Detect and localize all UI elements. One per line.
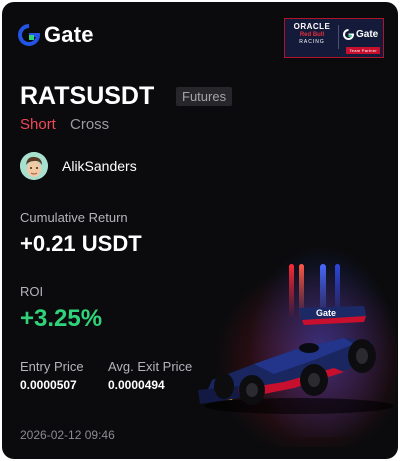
entry-price-label: Entry Price [20, 359, 84, 374]
sponsor-divider [338, 25, 339, 49]
entry-price-value: 0.0000507 [20, 378, 77, 392]
roi-value: +3.25% [20, 305, 103, 332]
brand-logo: Gate [18, 22, 94, 48]
gate-logo-icon [18, 24, 40, 46]
share-card: Gate ORACLE Red Bull RACING Gate Team Pa… [2, 2, 398, 459]
exit-price-label: Avg. Exit Price [108, 359, 193, 374]
sponsor-brand: Gate [343, 29, 378, 40]
sponsor-tag: Team Partner [346, 47, 380, 54]
timestamp: 2026-02-12 09:46 [20, 428, 115, 442]
sponsor-brand-name: Gate [356, 29, 379, 40]
trading-pair: RATSUSDT [20, 82, 155, 110]
sponsor-line3: RACING [299, 39, 325, 45]
position-side: Short [20, 116, 56, 133]
sponsor-badge: ORACLE Red Bull RACING Gate Team Partner [284, 18, 384, 58]
roi-label: ROI [20, 284, 44, 299]
sponsor-team: ORACLE Red Bull RACING [287, 22, 337, 45]
sponsor-line1: ORACLE [293, 22, 331, 31]
cumulative-return-label: Cumulative Return [20, 210, 128, 225]
avatar-icon [20, 152, 48, 180]
car-livery-text: Gate [316, 308, 336, 318]
race-car-illustration: Gate [198, 306, 394, 414]
brand-name: Gate [44, 22, 94, 47]
exit-price-value: 0.0000494 [108, 378, 165, 392]
market-type-badge: Futures [176, 87, 233, 106]
gate-logo-icon [343, 29, 354, 40]
margin-mode: Cross [70, 116, 110, 133]
username: AlikSanders [62, 158, 137, 174]
cumulative-return-value: +0.21 USDT [20, 231, 142, 256]
sponsor-line2: Red Bull [299, 32, 325, 38]
